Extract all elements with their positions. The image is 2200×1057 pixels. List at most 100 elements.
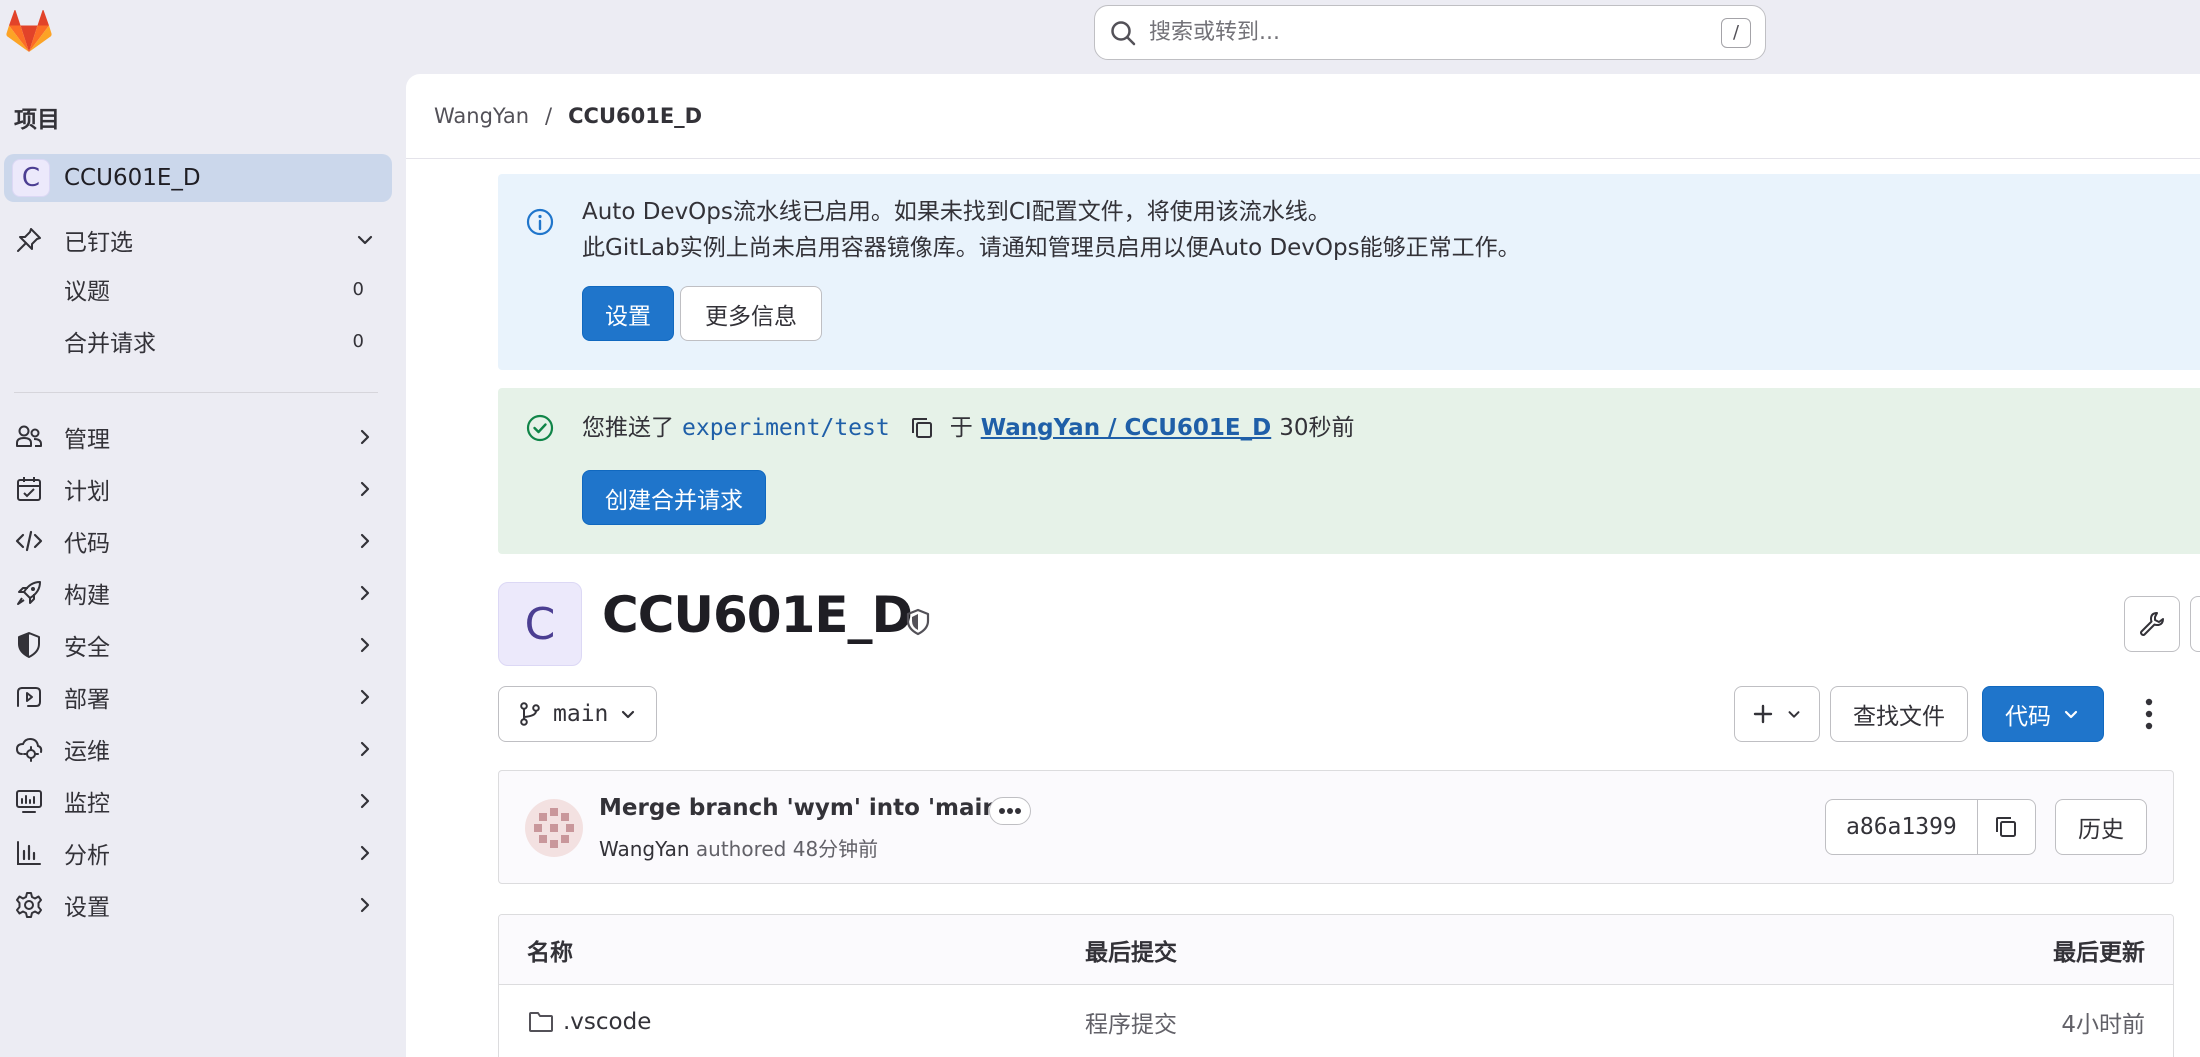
file-name: .vscode	[563, 1009, 652, 1035]
sidebar-project-name: CCU601E_D	[64, 165, 201, 191]
page-title: CCU601E_D	[602, 586, 913, 644]
avatar[interactable]	[525, 799, 583, 857]
toggle-commit-description-button[interactable]	[989, 797, 1031, 825]
push-mid: 于	[949, 415, 973, 441]
commit-message-link[interactable]: Merge branch 'wym' into 'main'	[599, 795, 1006, 821]
sidebar-item-monitor[interactable]: 监控	[4, 777, 392, 825]
kebab-menu-icon	[2145, 698, 2153, 730]
chevron-down-icon	[357, 235, 373, 245]
sidebar-item-code[interactable]: 代码	[4, 517, 392, 565]
copy-icon[interactable]	[908, 414, 936, 442]
chevron-right-icon	[360, 429, 370, 445]
search-box[interactable]: /	[1094, 5, 1766, 60]
sidebar-item-label: 安全	[64, 635, 110, 661]
commit-sha-group: a86a1399	[1825, 799, 2036, 855]
commit-sha-link[interactable]: a86a1399	[1825, 799, 1978, 855]
chevron-down-icon	[2064, 710, 2078, 719]
table-header: 名称 最后提交 最后更新	[499, 915, 2173, 985]
alert-info-line-2: 此GitLab实例上尚未启用容器镜像库。请通知管理员启用以便Auto DevOp…	[582, 235, 1521, 261]
column-header-last-update: 最后更新	[2053, 939, 2145, 966]
cloud-gear-icon	[15, 737, 43, 762]
breadcrumb-separator: /	[545, 104, 553, 128]
settings-button[interactable]: 设置	[582, 286, 674, 341]
more-info-button[interactable]: 更多信息	[680, 286, 822, 341]
rocket-icon	[17, 581, 41, 605]
sidebar-item-operate[interactable]: 运维	[4, 725, 392, 773]
table-row[interactable]: .vscode 程序提交 4小时前	[499, 985, 2173, 1057]
more-actions-button[interactable]	[2134, 692, 2164, 736]
sidebar-item-deploy[interactable]: 部署	[4, 673, 392, 721]
breadcrumb-owner-link[interactable]: WangYan	[434, 104, 529, 128]
chevron-right-icon	[360, 585, 370, 601]
commit-meta: WangYan authored 48分钟前	[599, 833, 878, 862]
sidebar-item-merge-requests[interactable]: 合并请求 0	[4, 318, 392, 364]
project-avatar: C	[12, 159, 50, 197]
check-circle-icon	[526, 414, 554, 442]
search-shortcut-key: /	[1721, 17, 1751, 48]
last-commit-box: Merge branch 'wym' into 'main' WangYan a…	[498, 770, 2174, 884]
copy-sha-button[interactable]	[1977, 799, 2036, 855]
column-header-name: 名称	[527, 939, 573, 966]
push-prefix: 您推送了	[582, 415, 674, 441]
project-link[interactable]: WangYan / CCU601E_D	[981, 410, 1272, 446]
column-header-last-commit: 最后提交	[1085, 939, 1177, 966]
push-time: 30秒前	[1279, 415, 1355, 441]
deployments-icon	[17, 687, 41, 707]
auto-devops-alert: Auto DevOps流水线已启用。如果未找到CI配置文件，将使用该流水线。 此…	[498, 174, 2200, 370]
sidebar-item-label: 构建	[64, 583, 110, 609]
sidebar-item-analyze[interactable]: 分析	[4, 829, 392, 877]
history-button[interactable]: 历史	[2055, 799, 2147, 855]
push-message: 您推送了 experiment/test 于 WangYan / CCU601E…	[582, 410, 1355, 446]
chevron-right-icon	[360, 481, 370, 497]
thumbtack-icon	[17, 228, 41, 252]
sidebar-item-secure[interactable]: 安全	[4, 621, 392, 669]
code-dropdown-button[interactable]: 代码	[1982, 686, 2104, 742]
chevron-right-icon	[360, 845, 370, 861]
pushed-branch-name: experiment/test	[682, 415, 890, 441]
sidebar-item-build[interactable]: 构建	[4, 569, 392, 617]
project-actions-button[interactable]	[2190, 596, 2200, 652]
sidebar-project-item[interactable]: C CCU601E_D	[4, 154, 392, 202]
create-merge-request-button[interactable]: 创建合并请求	[582, 470, 766, 525]
sidebar-item-plan[interactable]: 计划	[4, 465, 392, 513]
sidebar-item-label: 合并请求	[64, 331, 156, 357]
chevron-right-icon	[360, 689, 370, 705]
breadcrumb: WangYan / CCU601E_D	[434, 104, 702, 128]
branch-icon	[520, 702, 540, 726]
wrench-icon	[2140, 612, 2164, 636]
sidebar-item-label: 运维	[64, 739, 110, 765]
search-input[interactable]	[1149, 20, 1721, 45]
chevron-right-icon	[360, 741, 370, 757]
breadcrumb-project-link[interactable]: CCU601E_D	[568, 104, 702, 128]
sidebar-item-settings[interactable]: 设置	[4, 881, 392, 929]
chevron-right-icon	[360, 897, 370, 913]
chevron-down-icon	[1788, 711, 1800, 718]
file-tree-table: 名称 最后提交 最后更新 .vscode 程序提交 4小时前	[498, 914, 2174, 1057]
chart-icon	[17, 841, 41, 865]
last-update-cell: 4小时前	[2061, 1012, 2145, 1038]
add-dropdown-button[interactable]	[1734, 686, 1820, 742]
info-icon	[526, 208, 554, 236]
project-settings-button[interactable]	[2124, 596, 2180, 652]
monitor-icon	[16, 790, 42, 813]
gitlab-logo-icon[interactable]	[6, 10, 52, 54]
sidebar-item-label: 分析	[64, 843, 110, 869]
sidebar-item-pinned[interactable]: 已钉选	[4, 216, 392, 264]
find-file-button[interactable]: 查找文件	[1830, 686, 1968, 742]
branch-selector[interactable]: main	[498, 686, 658, 742]
branch-name: main	[553, 701, 609, 727]
users-icon	[16, 425, 42, 447]
sidebar-item-issues[interactable]: 议题 0	[4, 266, 392, 312]
sidebar: 项目 C CCU601E_D 已钉选 议题 0 合并请求 0 管理 计划 代码 …	[0, 74, 406, 1057]
sidebar-divider	[14, 392, 378, 393]
sidebar-item-label: 部署	[64, 687, 110, 713]
commit-author-link[interactable]: WangYan	[599, 837, 690, 861]
chevron-right-icon	[360, 793, 370, 809]
main-content: WangYan / CCU601E_D Auto DevOps流水线已启用。如果…	[406, 74, 2200, 1057]
top-bar: /	[0, 0, 2200, 74]
count-badge: 0	[352, 278, 364, 300]
last-commit-cell[interactable]: 程序提交	[1085, 1005, 1845, 1039]
file-name-cell[interactable]: .vscode	[527, 1008, 1085, 1036]
chevron-right-icon	[360, 533, 370, 549]
sidebar-item-manage[interactable]: 管理	[4, 413, 392, 461]
